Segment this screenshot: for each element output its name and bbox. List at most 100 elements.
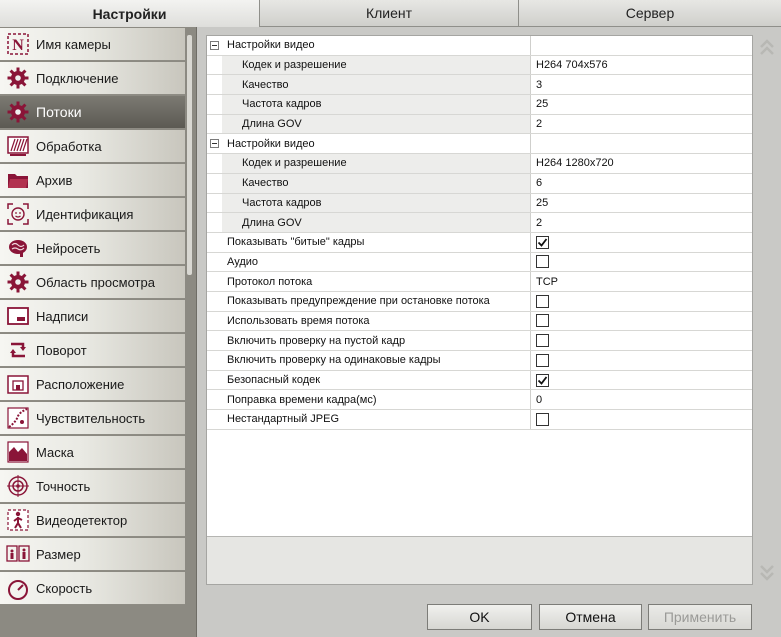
grid-row[interactable]: Поправка времени кадра(мс) 0 — [207, 390, 752, 411]
grid-row[interactable]: Использовать время потока — [207, 311, 752, 332]
sidebar-item[interactable]: Скорость — [0, 572, 185, 605]
grid-row[interactable]: Частота кадров 25 — [207, 95, 752, 115]
apply-button[interactable]: Применить — [648, 604, 752, 630]
property-checkbox[interactable] — [536, 412, 549, 426]
sidebar-item[interactable]: Расположение — [0, 368, 185, 401]
sidebar-item[interactable]: Чувствительность — [0, 402, 185, 435]
property-name: Настройки видео — [222, 134, 531, 154]
property-checkbox[interactable] — [536, 255, 549, 269]
grid-row[interactable]: Протокол потока TCP — [207, 272, 752, 292]
grid-row[interactable]: Включить проверку на пустой кадр — [207, 331, 752, 351]
sidebar-scrollbar[interactable] — [187, 35, 192, 275]
sidebar-item[interactable]: Подключение — [0, 62, 185, 95]
property-value — [531, 292, 752, 311]
gear-icon — [4, 268, 32, 296]
grid-row[interactable]: Длина GOV 2 — [207, 213, 752, 233]
grid-row[interactable]: Качество 6 — [207, 173, 752, 194]
gear-icon — [4, 98, 32, 126]
sidebar-item[interactable]: Точность — [0, 470, 185, 503]
property-name: Нестандартный JPEG — [222, 410, 531, 429]
sidebar-item[interactable]: N Имя камеры — [0, 28, 185, 61]
tab-settings[interactable]: Настройки — [0, 0, 260, 27]
property-name: Качество — [222, 173, 531, 193]
property-grid-panel: Настройки видео Кодек и разрешение H264 70… — [206, 35, 753, 585]
grid-group-row[interactable]: Настройки видео — [207, 134, 752, 155]
property-value[interactable]: 2 — [531, 115, 752, 134]
folder-icon — [4, 166, 32, 194]
grid-row[interactable]: Включить проверку на одинаковые кадры — [207, 351, 752, 371]
grid-row[interactable]: Кодек и разрешение H264 1280x720 — [207, 154, 752, 174]
property-checkbox[interactable] — [536, 314, 549, 328]
scroll-down-icon[interactable] — [758, 561, 776, 583]
grid-group-row[interactable]: Настройки видео — [207, 36, 752, 56]
sidebar-item-label: Обработка — [36, 138, 102, 154]
face-icon — [4, 200, 32, 228]
rotate-icon — [4, 336, 32, 364]
property-value[interactable]: 0 — [531, 390, 752, 409]
row-gutter — [207, 252, 222, 272]
sidebar-item[interactable]: Архив — [0, 164, 185, 197]
property-name: Длина GOV — [222, 114, 531, 134]
property-name: Аудио — [222, 252, 531, 272]
grid-row[interactable]: Нестандартный JPEG — [207, 410, 752, 430]
collapse-icon[interactable] — [210, 41, 219, 50]
property-checkbox[interactable] — [536, 373, 549, 387]
tab-server[interactable]: Сервер — [519, 0, 781, 27]
property-value[interactable]: TCP — [531, 272, 752, 291]
sidebar: N Имя камеры Подключение Потоки Обработка Арх… — [0, 27, 197, 637]
property-checkbox[interactable] — [536, 353, 549, 367]
property-value[interactable]: H264 1280x720 — [531, 154, 752, 173]
row-gutter — [207, 390, 222, 410]
property-name: Настройки видео — [222, 36, 531, 55]
sidebar-item-label: Чувствительность — [36, 410, 146, 426]
speed-icon — [4, 574, 32, 602]
tab-client[interactable]: Клиент — [260, 0, 519, 27]
property-value[interactable]: 3 — [531, 75, 752, 94]
sidebar-item[interactable]: Поворот — [0, 334, 185, 367]
sidebar-item[interactable]: Область просмотра — [0, 266, 185, 299]
property-value[interactable]: H264 704x576 — [531, 56, 752, 75]
sidebar-item[interactable]: Идентификация — [0, 198, 185, 231]
property-name: Безопасный кодек — [222, 370, 531, 390]
sidebar-item[interactable]: Обработка — [0, 130, 185, 163]
grid-row[interactable]: Аудио — [207, 252, 752, 273]
grid-row[interactable]: Кодек и разрешение H264 704x576 — [207, 55, 752, 76]
sidebar-item[interactable]: Видеодетектор — [0, 504, 185, 537]
row-gutter — [207, 232, 222, 252]
collapse-icon[interactable] — [210, 139, 219, 149]
sidebar-item[interactable]: Размер — [0, 538, 185, 571]
property-value[interactable]: 2 — [531, 213, 752, 232]
scroll-up-icon[interactable] — [758, 37, 776, 59]
sidebar-item[interactable]: Маска — [0, 436, 185, 469]
property-value — [531, 331, 752, 350]
cancel-button[interactable]: Отмена — [539, 604, 642, 630]
grid-row[interactable]: Показывать предупреждение при остановке … — [207, 291, 752, 312]
property-value — [531, 312, 752, 331]
sidebar-item[interactable]: Нейросеть — [0, 232, 185, 265]
grid-row[interactable]: Качество 3 — [207, 75, 752, 96]
sidebar-item[interactable]: Надписи — [0, 300, 185, 333]
row-gutter — [207, 95, 222, 114]
row-gutter — [207, 410, 222, 429]
property-checkbox[interactable] — [536, 294, 549, 308]
row-gutter — [207, 75, 222, 95]
property-checkbox[interactable] — [536, 334, 549, 348]
sidebar-item[interactable]: Потоки — [0, 96, 185, 129]
row-gutter — [207, 193, 222, 213]
grid-row[interactable]: Безопасный кодек — [207, 370, 752, 391]
property-value[interactable]: 25 — [531, 194, 752, 213]
grid-row[interactable]: Показывать "битые" кадры — [207, 232, 752, 253]
sidebar-item-label: Надписи — [36, 308, 89, 324]
grid-row[interactable]: Длина GOV 2 — [207, 114, 752, 135]
right-scrollbar[interactable] — [756, 35, 778, 585]
property-value — [531, 351, 752, 370]
svg-text:N: N — [12, 37, 24, 54]
property-value[interactable]: 6 — [531, 174, 752, 193]
property-value[interactable]: 25 — [531, 95, 752, 114]
sidebar-item-label: Расположение — [36, 376, 125, 392]
tab-bar: Настройки Клиент Сервер — [0, 0, 781, 27]
grid-row[interactable]: Частота кадров 25 — [207, 193, 752, 214]
property-checkbox[interactable] — [536, 235, 549, 249]
sidebar-item-label: Подключение — [36, 70, 119, 86]
ok-button[interactable]: OK — [427, 604, 532, 630]
